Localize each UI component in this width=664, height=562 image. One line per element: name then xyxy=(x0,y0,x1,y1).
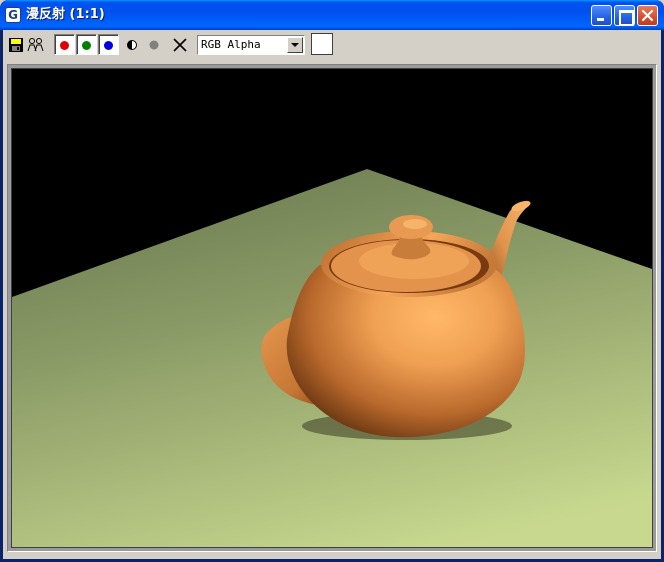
blue-dot-icon xyxy=(104,41,113,50)
render-viewport[interactable] xyxy=(11,68,653,548)
clear-button[interactable] xyxy=(170,35,190,55)
green-dot-icon xyxy=(82,41,91,50)
window-title: 漫反射 (1:1) xyxy=(26,7,105,22)
channel-select[interactable]: RGB Alpha xyxy=(197,35,305,55)
render-frame xyxy=(7,64,657,552)
green-channel-button[interactable] xyxy=(76,34,97,55)
minimize-button[interactable] xyxy=(591,5,612,26)
knob-highlight xyxy=(403,219,427,229)
clone-window-button[interactable] xyxy=(26,35,46,55)
red-channel-button[interactable] xyxy=(54,34,75,55)
close-icon xyxy=(641,9,654,22)
channel-select-value: RGB Alpha xyxy=(201,38,261,51)
red-dot-icon xyxy=(60,41,69,50)
blue-channel-button[interactable] xyxy=(98,34,119,55)
monochrome-icon xyxy=(127,40,137,50)
render-window: G 漫反射 (1:1) RGB Alpha xyxy=(0,0,664,562)
monochrome-button[interactable] xyxy=(122,35,142,55)
clear-icon xyxy=(173,38,187,52)
save-icon xyxy=(9,38,23,52)
save-button[interactable] xyxy=(6,35,26,55)
title-bar[interactable]: G 漫反射 (1:1) xyxy=(0,0,664,30)
toolbar: RGB Alpha xyxy=(3,30,661,60)
clone-icon xyxy=(27,38,44,52)
client-area: RGB Alpha xyxy=(3,30,661,559)
alpha-channel-icon xyxy=(149,40,159,50)
rendered-image xyxy=(12,69,652,547)
color-swatch[interactable] xyxy=(311,33,333,55)
app-icon[interactable]: G xyxy=(5,7,21,23)
chevron-down-icon[interactable] xyxy=(287,37,303,53)
maximize-button[interactable] xyxy=(614,5,635,26)
close-button[interactable] xyxy=(637,5,658,26)
alpha-channel-button[interactable] xyxy=(144,35,164,55)
